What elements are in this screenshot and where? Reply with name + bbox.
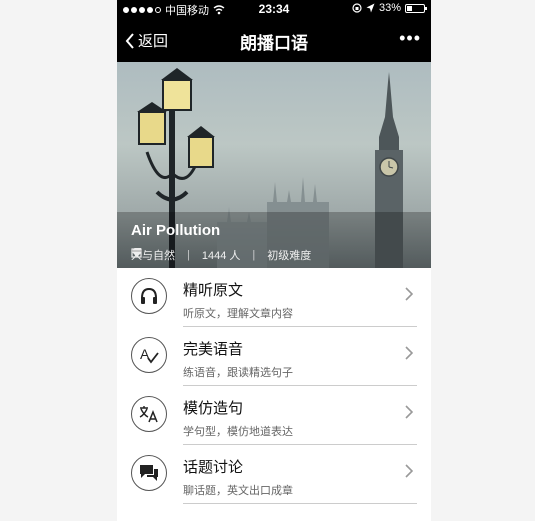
list-item-imitation[interactable]: 模仿造句 学句型，模仿地道表达 xyxy=(117,386,431,445)
diamond-icon xyxy=(132,248,142,257)
chevron-right-icon xyxy=(405,287,413,301)
translate-icon xyxy=(131,396,167,432)
location-icon xyxy=(366,3,375,13)
item-subtitle: 聊话题，英文出口成章 xyxy=(183,485,293,497)
status-bar: 中国移动 23:34 33% xyxy=(117,0,431,18)
status-right: 33% xyxy=(352,2,427,14)
battery-percent: 33% xyxy=(378,2,401,14)
pronunciation-icon: A xyxy=(131,337,167,373)
module-list: 精听原文 听原文，理解文章内容 A 完美语音 练语音，跟读精选句子 模仿造句 学… xyxy=(117,268,431,504)
meta-separator: | xyxy=(252,249,256,261)
learners-count: 1444 人 xyxy=(201,250,241,262)
lamp-right xyxy=(187,126,215,168)
item-title: 话题讨论 xyxy=(183,459,244,476)
divider xyxy=(183,503,417,504)
article-meta: 人与自然 | 1444 人 | 初级难度 xyxy=(131,247,311,263)
item-title: 精听原文 xyxy=(183,282,244,299)
list-item-listening[interactable]: 精听原文 听原文，理解文章内容 xyxy=(117,268,431,327)
headphones-icon xyxy=(131,278,167,314)
chat-icon xyxy=(131,455,167,491)
phone-screen: 中国移动 23:34 33% 返回 朗播口语 ••• Air Pollution… xyxy=(117,0,431,521)
item-title: 模仿造句 xyxy=(183,400,244,417)
item-subtitle: 练语音，跟读精选句子 xyxy=(183,367,293,379)
list-item-pronunciation[interactable]: A 完美语音 练语音，跟读精选句子 xyxy=(117,327,431,386)
level-label: 初级难度 xyxy=(267,250,312,262)
chevron-right-icon xyxy=(405,464,413,478)
item-subtitle: 听原文，理解文章内容 xyxy=(183,308,293,320)
meta-separator: | xyxy=(187,249,190,261)
chevron-right-icon xyxy=(405,346,413,360)
article-title: Air Pollution xyxy=(131,222,221,239)
more-button[interactable]: ••• xyxy=(399,28,421,49)
hero-banner[interactable]: Air Pollution 人与自然 | 1444 人 | 初级难度 xyxy=(117,62,431,268)
page-title: 朗播口语 xyxy=(240,34,308,53)
rotation-lock-icon xyxy=(352,3,362,13)
item-title: 完美语音 xyxy=(183,341,244,358)
lamp-center xyxy=(161,68,193,111)
navigation-bar: 返回 朗播口语 ••• xyxy=(117,18,431,62)
chevron-right-icon xyxy=(405,405,413,419)
level-meta: 初级难度 xyxy=(132,247,312,263)
list-item-discussion[interactable]: 话题讨论 聊话题，英文出口成章 xyxy=(117,445,431,504)
battery-icon xyxy=(405,3,427,13)
item-subtitle: 学句型，模仿地道表达 xyxy=(183,426,293,438)
learners-meta: 1444 人 xyxy=(131,247,241,263)
